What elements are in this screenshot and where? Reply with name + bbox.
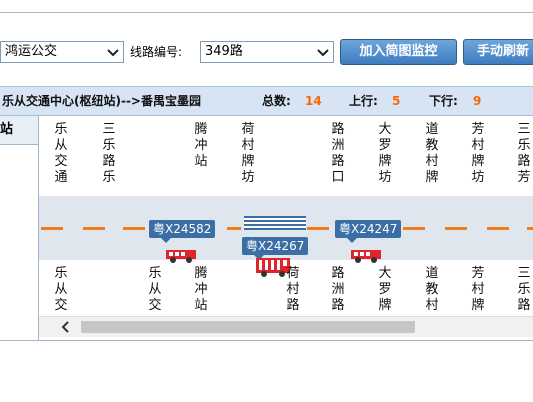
route-line-segment [403, 227, 425, 230]
station-label-top: 路洲路口 [331, 122, 345, 185]
route-line-segment [307, 227, 329, 230]
station-label-bottom: 道教村 [425, 266, 439, 313]
route-line-segment [123, 227, 145, 230]
route-select[interactable]: 349路 [200, 41, 334, 63]
bus-plate-tag[interactable]: 粤X24247 [335, 220, 402, 243]
station-label-bottom: 大罗牌 [378, 266, 392, 313]
route-line-segment [527, 227, 533, 230]
bus-plate-tag[interactable]: 粤X24582 [149, 220, 216, 243]
sidebar-header: 站 [0, 116, 38, 145]
chevron-left-icon[interactable] [59, 319, 73, 335]
station-label-top: 三乐路乐 [102, 122, 116, 185]
station-label-top: 道教村牌 [425, 122, 439, 185]
route-line-segment [227, 227, 241, 230]
company-select[interactable]: 鸿运公交 [0, 41, 124, 63]
window-top-edge [0, 0, 533, 13]
route-line-segment [41, 227, 63, 230]
scrollbar-thumb[interactable] [81, 321, 415, 333]
up-label: 上行: [349, 94, 378, 108]
horizontal-scrollbar[interactable] [39, 316, 533, 337]
station-label-bottom: 芳村牌 [471, 266, 485, 313]
station-label-bottom: 三乐路 [517, 266, 531, 313]
down-label: 下行: [429, 94, 458, 108]
bus-plate-tag[interactable]: 粤X24267 [242, 237, 309, 260]
route-line-segment [487, 227, 509, 230]
station-sidebar: 站 [0, 116, 39, 340]
station-label-top: 乐从交通 [54, 122, 68, 185]
bus-icon[interactable] [351, 248, 381, 267]
route-line-segment [445, 227, 467, 230]
total-count: 14 [305, 94, 322, 108]
company-select-value: 鸿运公交 [5, 44, 58, 59]
route-diagram: 乐从交通 三乐路乐 腾冲站 荷村牌坊 路洲路口 大罗牌坊 道教村牌 芳村牌坊 三… [39, 116, 533, 316]
panel-bottom-border [0, 340, 533, 341]
total-label: 总数: [262, 94, 291, 108]
station-label-top: 腾冲站 [194, 122, 208, 169]
up-count: 5 [392, 94, 401, 108]
add-to-monitor-button[interactable]: 加入简图监控 [340, 39, 457, 65]
route-number-label: 线路编号: [130, 45, 183, 59]
station-label-bottom: 路洲路 [331, 266, 345, 313]
station-label-top: 三乐路芳 [517, 122, 531, 185]
route-line-segment [83, 227, 105, 230]
bus-stack-indicator [244, 216, 306, 230]
station-label-top: 荷村牌坊 [241, 122, 255, 185]
chevron-down-icon [315, 44, 331, 60]
station-label-bottom: 乐从交 [54, 266, 68, 313]
chevron-down-icon [105, 44, 121, 60]
down-count: 9 [473, 94, 482, 108]
station-label-top: 大罗牌坊 [378, 122, 392, 185]
station-label-bottom: 乐从交 [148, 266, 162, 313]
route-select-value: 349路 [205, 44, 243, 59]
manual-refresh-button[interactable]: 手动刷新 [463, 39, 533, 65]
toolbar: 鸿运公交 线路编号: 349路 加入简图监控 手动刷新 [0, 13, 533, 71]
station-label-bottom: 腾冲站 [194, 266, 208, 313]
station-label-top: 芳村牌坊 [471, 122, 485, 185]
bus-icon[interactable] [166, 248, 196, 267]
route-name: 乐从交通中心(枢纽站)-->番禺宝墨园 [2, 94, 201, 108]
station-label-bottom: 荷村路 [286, 266, 300, 313]
route-info-bar: 乐从交通中心(枢纽站)-->番禺宝墨园 总数: 14 上行: 5 下行: 9 [0, 86, 533, 116]
